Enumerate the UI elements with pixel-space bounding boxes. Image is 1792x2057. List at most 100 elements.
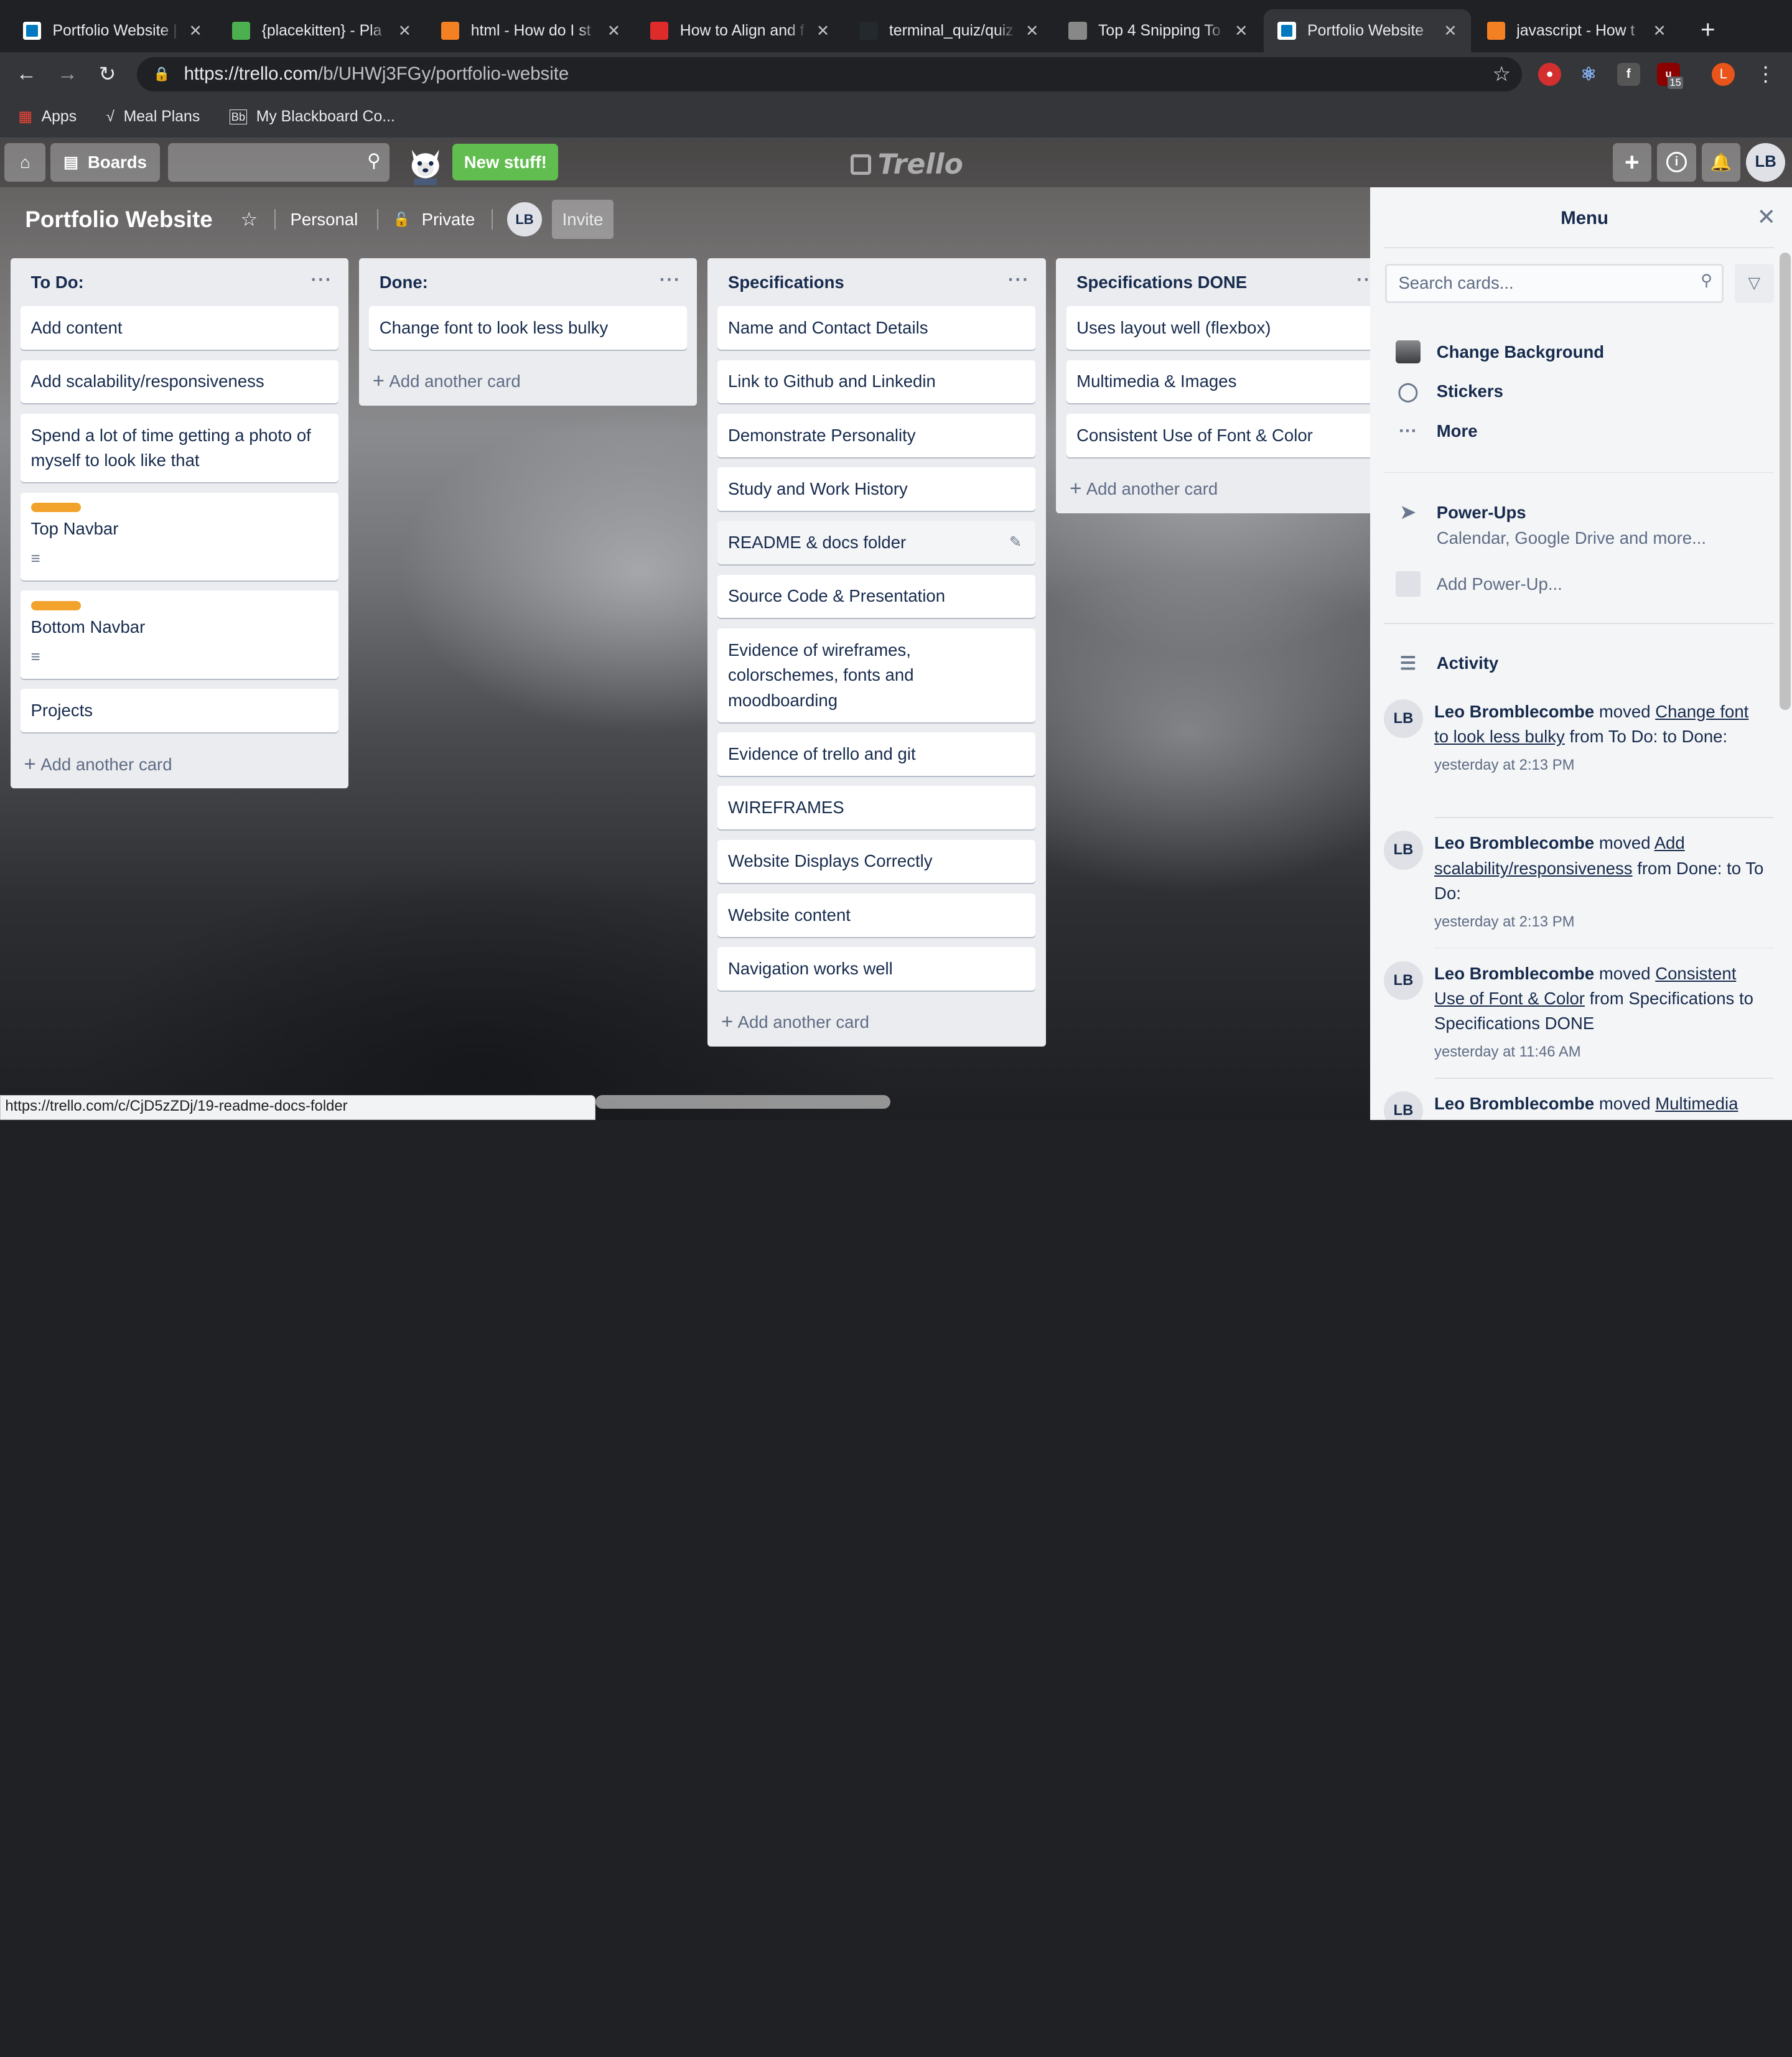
card[interactable]: Evidence of trello and git xyxy=(717,732,1036,776)
browser-tab[interactable]: html - How do I st ✕ xyxy=(427,9,634,53)
activity-avatar[interactable]: LB xyxy=(1384,961,1423,1001)
board-member-avatar[interactable]: LB xyxy=(507,202,542,237)
list-title[interactable]: Specifications DONE xyxy=(1076,273,1247,292)
browser-tab[interactable]: Portfolio Website ✕ xyxy=(1264,9,1471,53)
add-card-button[interactable]: + Add another card xyxy=(359,358,698,406)
list-header[interactable]: Specifications DONE ··· xyxy=(1056,258,1394,306)
info-button[interactable]: i xyxy=(1657,142,1696,182)
activity-card-link[interactable]: Multimedia xyxy=(1655,1094,1738,1113)
card-label[interactable] xyxy=(30,503,82,512)
member-avatar[interactable]: LB xyxy=(1746,142,1785,182)
notifications-button[interactable]: 🔔 xyxy=(1701,142,1741,182)
browser-tab[interactable]: terminal_quiz/quiz ✕ xyxy=(846,9,1052,53)
list-title[interactable]: Done: xyxy=(380,273,428,292)
list-header[interactable]: Specifications ··· xyxy=(707,258,1046,306)
card[interactable]: Uses layout well (flexbox) xyxy=(1066,306,1384,350)
browser-tab[interactable]: Portfolio Website | ✕ xyxy=(9,9,216,53)
activity-user[interactable]: Leo Bromblecombe xyxy=(1434,964,1594,983)
activity-avatar[interactable]: LB xyxy=(1384,1091,1423,1120)
activity-avatar[interactable]: LB xyxy=(1384,831,1423,870)
card[interactable]: Evidence of wireframes, colorschemes, fo… xyxy=(717,628,1036,722)
card[interactable]: Consistent Use of Font & Color xyxy=(1066,413,1384,457)
menu-scrollbar[interactable] xyxy=(1779,252,1791,710)
card[interactable]: Name and Contact Details xyxy=(717,306,1036,350)
close-tab-icon[interactable]: ✕ xyxy=(607,22,621,40)
activity-user[interactable]: Leo Bromblecombe xyxy=(1434,1094,1594,1113)
activity-timestamp[interactable]: yesterday at 11:46 AM xyxy=(1434,1040,1766,1065)
list-title[interactable]: Specifications xyxy=(728,273,844,292)
address-bar[interactable]: 🔒 https://trello.com/b/UHWj3FGy/portfoli… xyxy=(137,57,1523,91)
card[interactable]: README & docs folder ✎ xyxy=(717,521,1036,565)
activity-user[interactable]: Leo Bromblecombe xyxy=(1434,702,1594,721)
back-icon[interactable]: ← xyxy=(11,60,41,90)
list-header[interactable]: Done: ··· xyxy=(359,258,698,306)
activity-timestamp[interactable]: yesterday at 2:13 PM xyxy=(1434,910,1766,935)
close-icon[interactable]: ✕ xyxy=(1757,203,1776,230)
visibility-button[interactable]: 🔓 Private xyxy=(386,200,482,238)
card[interactable]: Projects xyxy=(21,689,338,733)
create-button[interactable]: + xyxy=(1612,142,1652,182)
card[interactable]: Add scalability/responsiveness xyxy=(21,360,338,404)
trello-logo[interactable]: Trello xyxy=(850,149,963,180)
add-powerup-item[interactable]: Add Power-Up... xyxy=(1395,571,1562,597)
board-title[interactable]: Portfolio Website xyxy=(25,207,212,233)
new-tab-button[interactable]: + xyxy=(1701,15,1715,44)
add-card-button[interactable]: + Add another card xyxy=(707,999,1046,1047)
card[interactable]: Add content xyxy=(21,306,338,350)
stickers-item[interactable]: ◯ Stickers xyxy=(1396,381,1503,403)
close-tab-icon[interactable]: ✕ xyxy=(398,22,412,40)
home-button[interactable]: ⌂ xyxy=(4,142,46,182)
bookmark-apps[interactable]: ▦ Apps xyxy=(18,108,77,126)
header-search-input[interactable]: ⚲ xyxy=(167,142,390,182)
change-background-item[interactable]: Change Background xyxy=(1395,340,1604,364)
powerups-item[interactable]: ➤ Power-Ups xyxy=(1396,501,1526,523)
card[interactable]: Website content xyxy=(717,893,1036,937)
browser-tab[interactable]: {placekitten} - Pla ✕ xyxy=(218,9,425,53)
card[interactable]: Top Navbar ≡ xyxy=(21,492,338,581)
browser-tab[interactable]: Top 4 Snipping To ✕ xyxy=(1055,9,1261,53)
card[interactable]: Bottom Navbar ≡ xyxy=(21,590,338,679)
card[interactable]: Demonstrate Personality xyxy=(717,413,1036,457)
activity-timestamp[interactable]: yesterday at 2:13 PM xyxy=(1434,753,1766,778)
card[interactable]: Navigation works well xyxy=(717,947,1036,991)
list-menu-icon[interactable]: ··· xyxy=(1008,269,1030,291)
close-tab-icon[interactable]: ✕ xyxy=(816,22,830,40)
facebook-extension-icon[interactable]: f xyxy=(1617,63,1640,86)
list-menu-icon[interactable]: ··· xyxy=(660,269,681,291)
close-tab-icon[interactable]: ✕ xyxy=(189,22,203,40)
more-item[interactable]: ··· More xyxy=(1396,421,1477,442)
card[interactable]: Study and Work History xyxy=(717,467,1036,511)
card[interactable]: Change font to look less bulky xyxy=(369,306,687,350)
search-cards-input[interactable]: Search cards... ⚲ xyxy=(1385,264,1724,303)
card[interactable]: Spend a lot of time getting a photo of m… xyxy=(21,413,338,482)
close-tab-icon[interactable]: ✕ xyxy=(1234,22,1248,40)
taco-husky-icon[interactable] xyxy=(403,141,448,186)
shield-extension-icon[interactable]: ● xyxy=(1538,63,1561,86)
close-tab-icon[interactable]: ✕ xyxy=(1025,22,1039,40)
add-card-button[interactable]: + Add another card xyxy=(11,740,349,788)
card[interactable]: Multimedia & Images xyxy=(1066,360,1384,404)
invite-button[interactable]: Invite xyxy=(552,200,614,239)
card[interactable]: Source Code & Presentation xyxy=(717,574,1036,618)
browser-tab[interactable]: How to Align and f ✕ xyxy=(637,9,843,53)
add-card-button[interactable]: + Add another card xyxy=(1056,465,1394,513)
list-title[interactable]: To Do: xyxy=(31,273,84,292)
card[interactable]: Website Displays Correctly xyxy=(717,839,1036,884)
list-menu-icon[interactable]: ··· xyxy=(311,269,333,291)
new-stuff-button[interactable]: New stuff! xyxy=(452,144,559,181)
activity-user[interactable]: Leo Bromblecombe xyxy=(1434,833,1594,852)
chrome-menu-icon[interactable]: ⋮ xyxy=(1751,60,1781,90)
activity-avatar[interactable]: LB xyxy=(1384,699,1423,739)
react-devtools-icon[interactable]: ⚛ xyxy=(1577,63,1600,86)
boards-button[interactable]: ▤ Boards xyxy=(50,142,161,182)
bookmark-star-icon[interactable]: ☆ xyxy=(1492,62,1511,86)
card[interactable]: Link to Github and Linkedin xyxy=(717,360,1036,404)
edit-pencil-icon[interactable]: ✎ xyxy=(1009,530,1022,555)
board-horizontal-scrollbar[interactable] xyxy=(595,1094,890,1109)
forward-icon[interactable]: → xyxy=(52,60,82,90)
filter-icon[interactable]: ▽ xyxy=(1735,264,1774,303)
list-header[interactable]: To Do: ··· xyxy=(11,258,349,306)
team-button[interactable]: Personal xyxy=(284,200,365,238)
card-label[interactable] xyxy=(30,600,82,610)
star-board-icon[interactable]: ☆ xyxy=(233,200,265,238)
